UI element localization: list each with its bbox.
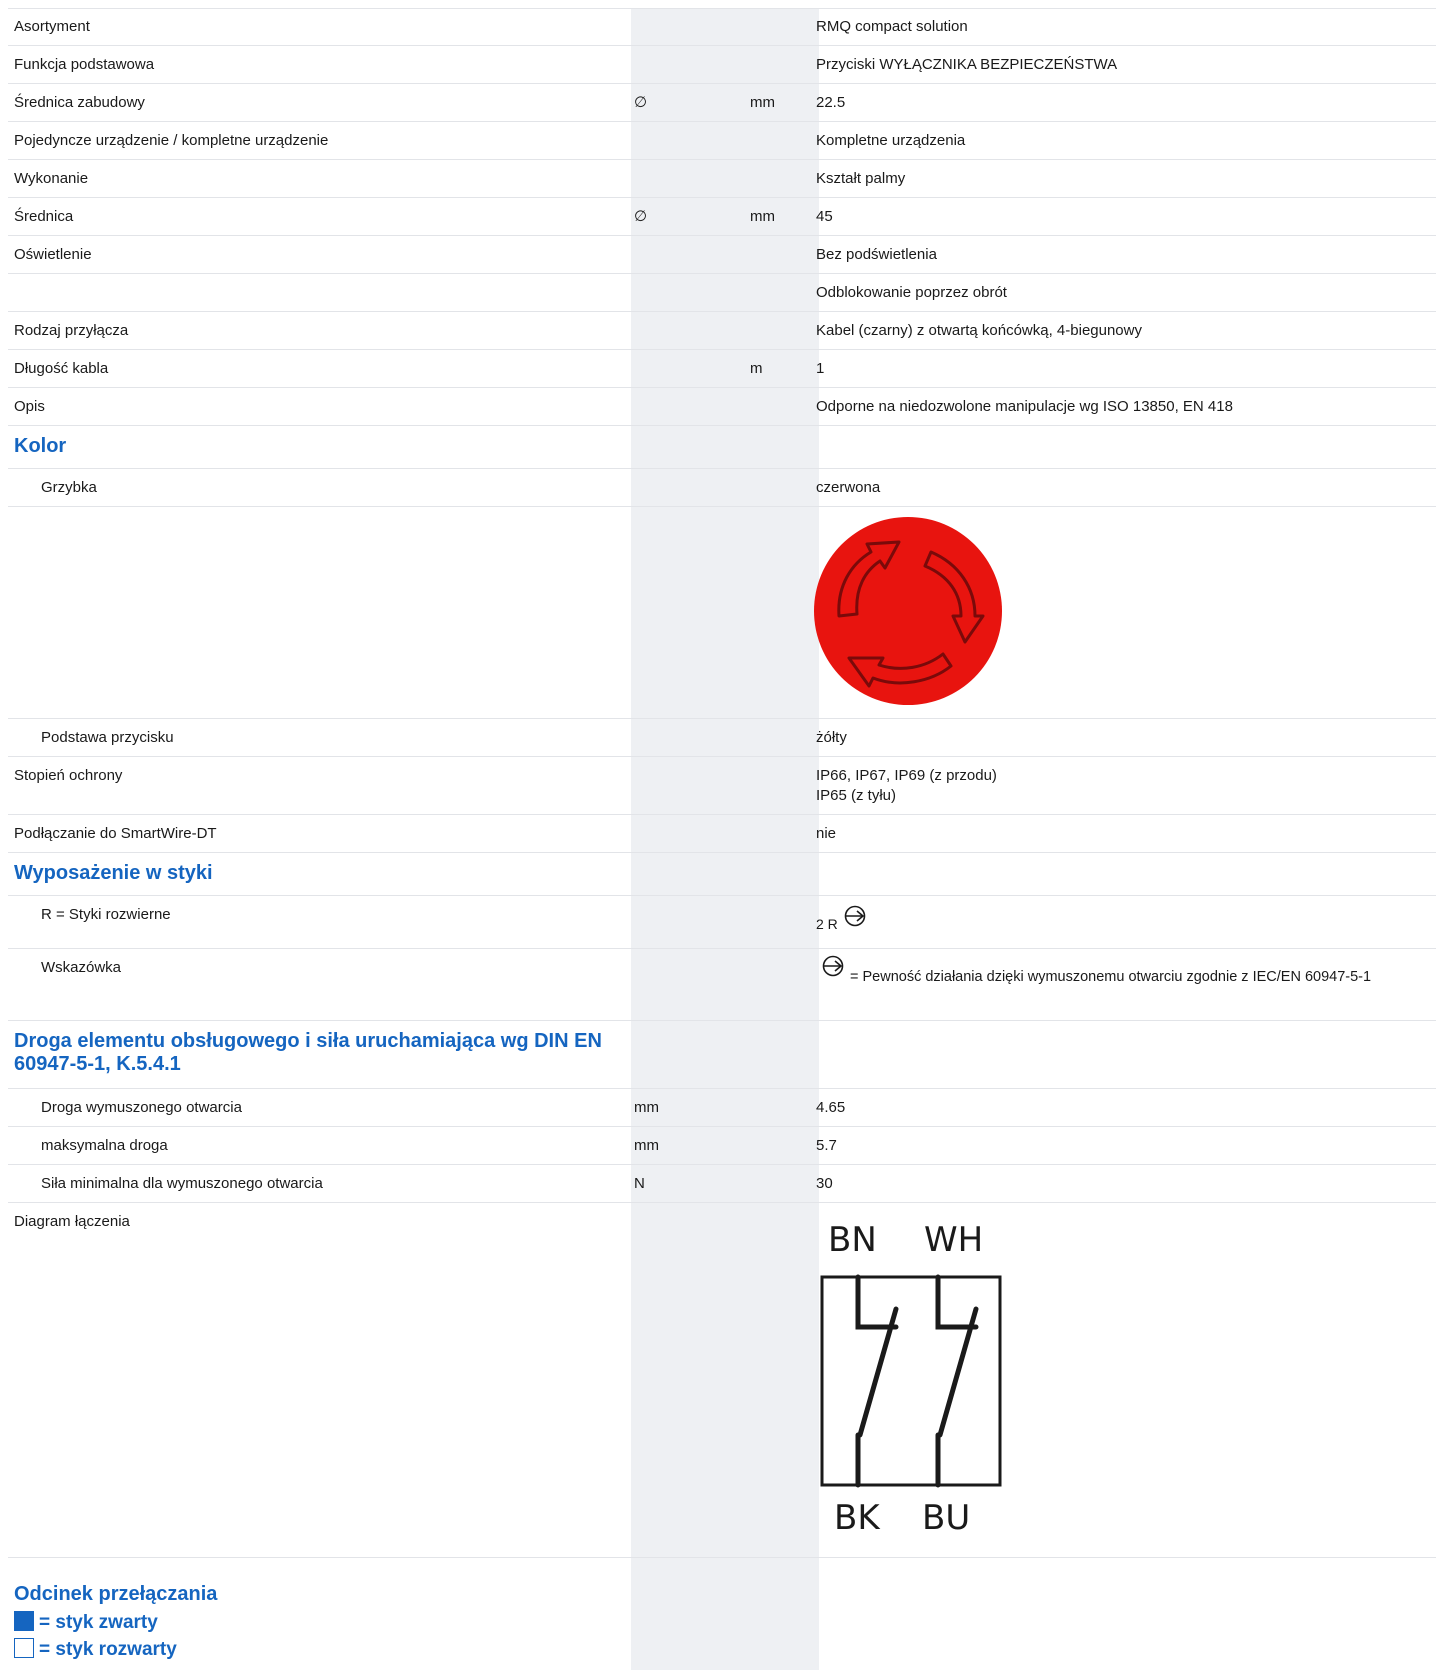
diameter-symbol: ∅ <box>634 208 648 225</box>
section-header-row: Wyposażenie w styki <box>8 853 1436 896</box>
row-label: Diagram łączenia <box>14 1213 130 1230</box>
row-value: nie <box>816 825 837 842</box>
spec-row: Wskazówka = Pewność działania dzięki wym… <box>8 949 1436 1021</box>
row-unit: mm <box>750 208 775 225</box>
row-label: Droga wymuszonego otwarcia <box>41 1099 242 1116</box>
row-label: Asortyment <box>14 18 90 35</box>
spec-row: Odblokowanie poprzez obrót <box>8 274 1436 312</box>
row-value: Przyciski WYŁĄCZNIKA BEZPIECZEŃSTWA <box>816 56 1118 73</box>
closed-contact-swatch <box>14 1611 34 1631</box>
diameter-symbol: ∅ <box>634 94 648 111</box>
section-heading-droga: Droga elementu obsługowego i siła urucha… <box>14 1030 602 1075</box>
spec-row: Wykonanie Kształt palmy <box>8 160 1436 198</box>
row-label: Rodzaj przyłącza <box>14 322 129 339</box>
row-label: Średnica <box>14 208 74 225</box>
row-label: Stopień ochrony <box>14 767 123 784</box>
section-header-row: Droga elementu obsługowego i siła urucha… <box>8 1021 1436 1089</box>
section-heading-wyposazenie: Wyposażenie w styki <box>14 862 213 884</box>
spec-row: Pojedyncze urządzenie / kompletne urządz… <box>8 122 1436 160</box>
spec-row: Funkcja podstawowa Przyciski WYŁĄCZNIKA … <box>8 46 1436 84</box>
section-heading-kolor: Kolor <box>14 435 67 457</box>
spec-row: Średnica ∅ mm 45 <box>8 198 1436 236</box>
row-label: maksymalna droga <box>41 1137 168 1154</box>
spec-row: Podstawa przycisku żółty <box>8 719 1436 757</box>
row-value-line1: IP66, IP67, IP69 (z przodu) <box>816 767 997 784</box>
spec-row: R = Styki rozwierne 2 R <box>8 896 1436 949</box>
spec-row: Średnica zabudowy ∅ mm 22.5 <box>8 84 1436 122</box>
spec-row: maksymalna droga mm 5.7 <box>8 1127 1436 1165</box>
row-label: Długość kabla <box>14 360 109 377</box>
row-label: Wykonanie <box>14 170 89 187</box>
legend-closed-text: = styk zwarty <box>39 1612 158 1633</box>
terminal-label-bottom-left: BK <box>834 1498 881 1538</box>
row-label: Funkcja podstawowa <box>14 56 155 73</box>
row-value: 22.5 <box>816 94 846 111</box>
row-label: Siła minimalna dla wymuszonego otwarcia <box>41 1175 323 1192</box>
row-label: Opis <box>14 398 45 415</box>
open-contact-swatch <box>14 1638 34 1658</box>
row-value: Odporne na niedozwolone manipulacje wg I… <box>816 398 1233 415</box>
spec-row: Długość kabla m 1 <box>8 350 1436 388</box>
row-value: 4.65 <box>816 1099 846 1116</box>
positive-opening-icon <box>844 905 866 927</box>
row-label: Oświetlenie <box>14 246 92 263</box>
spec-row: Siła minimalna dla wymuszonego otwarcia … <box>8 1165 1436 1203</box>
row-value: 30 <box>816 1175 833 1192</box>
row-unit: mm <box>634 1137 659 1154</box>
row-label: Wskazówka <box>41 959 122 976</box>
section-header-row: Kolor <box>8 426 1436 469</box>
row-value: 5.7 <box>816 1137 837 1154</box>
row-label: R = Styki rozwierne <box>41 906 171 923</box>
row-label: Grzybka <box>41 479 97 496</box>
nc-contact-left <box>855 1274 899 1488</box>
row-value: 2 R <box>816 916 838 932</box>
legend-closed: = styk zwarty <box>14 1611 158 1634</box>
row-value: Bez podświetlenia <box>816 246 937 263</box>
spec-row: Stopień ochrony IP66, IP67, IP69 (z przo… <box>8 757 1436 815</box>
spec-row: Droga wymuszonego otwarcia mm 4.65 <box>8 1089 1436 1127</box>
row-unit: m <box>750 360 763 377</box>
legend-open: = styk rozwarty <box>14 1638 177 1661</box>
row-value: 1 <box>816 360 825 377</box>
terminal-label-top-left: BN <box>828 1221 877 1260</box>
diagram-row: Diagram łączenia BN WH BK BU <box>8 1203 1436 1558</box>
row-unit: N <box>634 1175 645 1192</box>
contact-frame <box>820 1275 1002 1487</box>
row-value: RMQ compact solution <box>816 18 968 35</box>
spec-row: Rodzaj przyłącza Kabel (czarny) z otwart… <box>8 312 1436 350</box>
spec-row: Podłączanie do SmartWire-DT nie <box>8 815 1436 853</box>
wiring-diagram: BN WH BK BU <box>820 1221 1002 1538</box>
section-heading-odcinek: Odcinek przełączania <box>14 1583 218 1605</box>
row-value: Kształt palmy <box>816 170 906 187</box>
nc-contact-right <box>935 1274 979 1488</box>
row-value: Kabel (czarny) z otwartą końcówką, 4-bie… <box>816 322 1142 339</box>
row-value: żółty <box>816 729 847 746</box>
row-value: 45 <box>816 208 833 225</box>
emergency-stop-button-image <box>814 517 1002 705</box>
image-row <box>8 507 1436 719</box>
row-value-line2: IP65 (z tyłu) <box>816 787 897 804</box>
row-value: Odblokowanie poprzez obrót <box>816 284 1007 301</box>
row-label: Pojedyncze urządzenie / kompletne urządz… <box>14 132 329 149</box>
datasheet: Asortyment RMQ compact solution Funkcja … <box>8 0 1436 1670</box>
row-value: czerwona <box>816 479 881 496</box>
row-label: Średnica zabudowy <box>14 94 145 111</box>
row-value: = Pewność działania dzięki wymuszonemu o… <box>850 969 1372 985</box>
legend-open-text: = styk rozwarty <box>39 1639 177 1660</box>
spec-row: Asortyment RMQ compact solution <box>8 8 1436 46</box>
terminal-label-top-right: WH <box>924 1221 983 1260</box>
row-value: Kompletne urządzenia <box>816 132 966 149</box>
terminal-label-bottom-right: BU <box>922 1498 970 1538</box>
spec-row: Opis Odporne na niedozwolone manipulacje… <box>8 388 1436 426</box>
spec-row: Oświetlenie Bez podświetlenia <box>8 236 1436 274</box>
row-label: Podłączanie do SmartWire-DT <box>14 825 217 842</box>
row-label: Podstawa przycisku <box>41 729 174 746</box>
row-unit: mm <box>634 1099 659 1116</box>
spec-row: Grzybka czerwona <box>8 469 1436 507</box>
row-unit: mm <box>750 94 775 111</box>
